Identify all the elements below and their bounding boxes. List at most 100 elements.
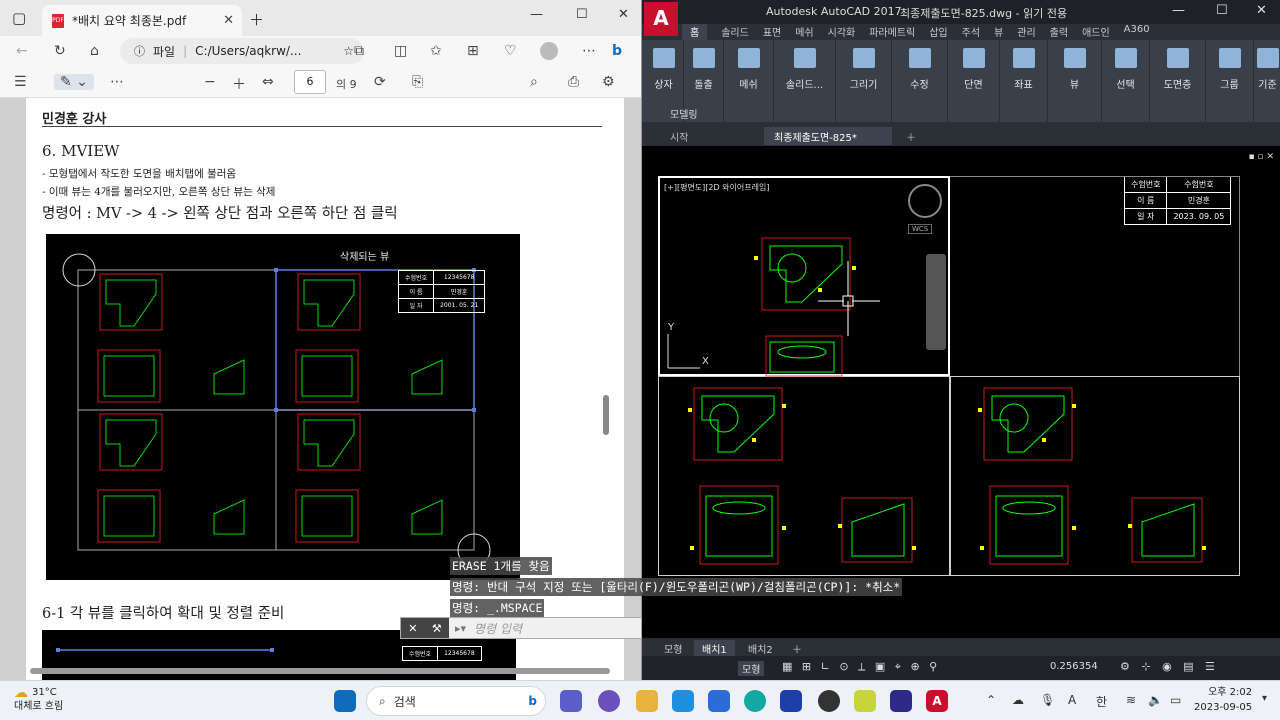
- app-icon-blue[interactable]: [672, 690, 694, 712]
- notification-icon[interactable]: ▾: [1262, 693, 1267, 704]
- more-menu-icon[interactable]: ⋯: [582, 43, 596, 59]
- new-tab-icon[interactable]: ＋: [249, 9, 264, 30]
- ribbon-tab[interactable]: 표면: [763, 24, 781, 40]
- ribbon-button[interactable]: 도면층: [1150, 40, 1206, 122]
- ribbon-tab[interactable]: 홈: [682, 24, 708, 40]
- layout-tab-2[interactable]: 배치2: [740, 640, 781, 657]
- ribbon-tab[interactable]: 뷰: [994, 24, 1003, 40]
- ribbon-button[interactable]: 수정: [892, 40, 948, 122]
- save-icon[interactable]: ⎙: [568, 74, 579, 90]
- ribbon-button[interactable]: 단면: [948, 40, 1000, 122]
- tab-actions-icon[interactable]: ▢: [12, 9, 26, 27]
- autocad-logo[interactable]: A: [644, 2, 678, 36]
- add-layout-icon[interactable]: ＋: [784, 640, 810, 657]
- close-tab-icon[interactable]: ✕: [223, 13, 234, 28]
- settings-icon[interactable]: ⚙: [602, 74, 615, 90]
- ribbon-button[interactable]: 선택: [1102, 40, 1150, 122]
- doc-tab-start[interactable]: 시작: [660, 127, 698, 145]
- layout-tab-1[interactable]: 배치1: [694, 640, 735, 657]
- address-field[interactable]: ⓘ 파일 | C:/Users/aqkrw/... ☆: [120, 38, 364, 64]
- volume-icon[interactable]: 🔈: [1148, 693, 1163, 707]
- close-icon[interactable]: ✕: [408, 622, 417, 635]
- favorites-icon[interactable]: ✩: [430, 43, 442, 59]
- ribbon-button[interactable]: 그룹: [1206, 40, 1254, 122]
- ribbon-tab[interactable]: 출력: [1050, 24, 1068, 40]
- zoom-out-icon[interactable]: −: [204, 74, 216, 90]
- status-grid-snap-icons[interactable]: ▦ ⊞ ∟ ⊙ ⟂ ▣ ⌖ ⊕ ⚲: [782, 660, 940, 674]
- ime-indicator[interactable]: 한: [1096, 693, 1107, 710]
- app-icon-purple[interactable]: [598, 690, 620, 712]
- zoom-in-icon[interactable]: ＋: [232, 74, 246, 94]
- ribbon-button[interactable]: 그리기: [836, 40, 892, 122]
- pdf-horizontal-scrollbar[interactable]: [30, 668, 610, 674]
- command-input[interactable]: 명령 입력: [474, 620, 522, 637]
- mic-icon[interactable]: 🎙: [1040, 693, 1055, 707]
- edge-icon[interactable]: [744, 690, 766, 712]
- ribbon-button[interactable]: 메쉬: [724, 40, 774, 122]
- ribbon-button[interactable]: 기준: [1254, 40, 1280, 122]
- maximize-icon[interactable]: ☐: [576, 7, 588, 22]
- fit-page-icon[interactable]: ⇔: [262, 74, 274, 90]
- start-icon[interactable]: [334, 690, 356, 712]
- back-icon[interactable]: ←: [16, 43, 28, 59]
- taskbar-search[interactable]: ⌕ 검색 b: [366, 686, 546, 716]
- pdf-vertical-scrollbar[interactable]: [603, 395, 609, 435]
- teams-icon[interactable]: [560, 690, 582, 712]
- extensions-icon[interactable]: ⧉: [354, 43, 364, 59]
- performance-icon[interactable]: ♡: [504, 43, 517, 59]
- store-icon[interactable]: [708, 690, 730, 712]
- refresh-icon[interactable]: ↻: [54, 43, 66, 59]
- status-tools-icons[interactable]: ⚙ ⊹ ◉ ▤ ☰: [1120, 660, 1219, 673]
- rotate-icon[interactable]: ⟳: [374, 74, 386, 90]
- clock[interactable]: 오후 2:02 2023-09-05: [1194, 685, 1252, 715]
- ribbon-group-label[interactable]: 모델링: [670, 106, 698, 121]
- ribbon-tab[interactable]: 파라메트릭: [869, 24, 915, 40]
- bing-chat-icon[interactable]: b: [612, 43, 622, 59]
- weather-widget[interactable]: ☁ 31°C 대체로 흐림: [14, 686, 63, 714]
- ribbon-tab[interactable]: 솔리드: [721, 24, 749, 40]
- pdf-more-icon[interactable]: ⋯: [110, 74, 124, 90]
- search-pdf-icon[interactable]: ⌕: [530, 74, 538, 90]
- tray-overflow-icon[interactable]: ⌃: [986, 693, 996, 707]
- annotation-scale[interactable]: 0.256354: [1050, 661, 1098, 672]
- ribbon-tab[interactable]: 삽입: [929, 24, 947, 40]
- ribbon-button[interactable]: 솔리드...: [774, 40, 836, 122]
- window-close-icon[interactable]: ✕: [618, 7, 629, 22]
- profile-avatar[interactable]: [540, 42, 558, 60]
- battery-icon[interactable]: ▭: [1170, 693, 1181, 707]
- app-icon-navy[interactable]: [780, 690, 802, 712]
- collections-icon[interactable]: ⊞: [467, 43, 479, 59]
- wifi-icon[interactable]: ≋: [1126, 693, 1136, 707]
- app-icon-indigo[interactable]: [890, 690, 912, 712]
- chrome-icon[interactable]: [818, 690, 840, 712]
- app-icon-yellow[interactable]: [854, 690, 876, 712]
- page-view-icon[interactable]: ⎘: [412, 74, 423, 90]
- autocad-taskbar-icon[interactable]: A: [926, 690, 948, 712]
- home-icon[interactable]: ⌂: [90, 43, 99, 59]
- ribbon-tab[interactable]: 애드인: [1082, 24, 1110, 40]
- acad-close-icon[interactable]: ✕: [1256, 3, 1267, 18]
- minimize-icon[interactable]: —: [530, 7, 543, 22]
- ribbon-tab[interactable]: 주석: [962, 24, 980, 40]
- doc-tab-drawing[interactable]: 최종제출도면-825*: [764, 127, 892, 145]
- ribbon-tab[interactable]: 관리: [1017, 24, 1035, 40]
- lang-indicator[interactable]: A: [1068, 693, 1076, 707]
- ribbon-button[interactable]: 좌표: [1000, 40, 1048, 122]
- highlight-icon[interactable]: ✎ ⌄: [54, 74, 94, 90]
- ribbon-button[interactable]: 뷰: [1048, 40, 1102, 122]
- favorite-star-icon[interactable]: ☆: [343, 44, 354, 58]
- status-model-toggle[interactable]: 모형: [738, 661, 765, 676]
- acad-minimize-icon[interactable]: —: [1172, 3, 1185, 18]
- acad-maximize-icon[interactable]: ☐: [1216, 3, 1228, 18]
- layout-tab-model[interactable]: 모형: [656, 640, 690, 657]
- ribbon-tab[interactable]: 시각화: [828, 24, 856, 40]
- wrench-icon[interactable]: ⚒: [432, 622, 442, 635]
- cloud-icon[interactable]: ☁: [1012, 693, 1024, 707]
- command-line-controls[interactable]: ✕ ⚒: [401, 618, 449, 638]
- file-explorer-icon[interactable]: [636, 690, 658, 712]
- page-number-input[interactable]: 6: [294, 70, 326, 94]
- new-doc-icon[interactable]: ＋: [896, 127, 926, 145]
- split-screen-icon[interactable]: ◫: [394, 43, 407, 59]
- ribbon-tab[interactable]: 메쉬: [795, 24, 813, 40]
- ribbon-tab[interactable]: A360: [1124, 24, 1150, 40]
